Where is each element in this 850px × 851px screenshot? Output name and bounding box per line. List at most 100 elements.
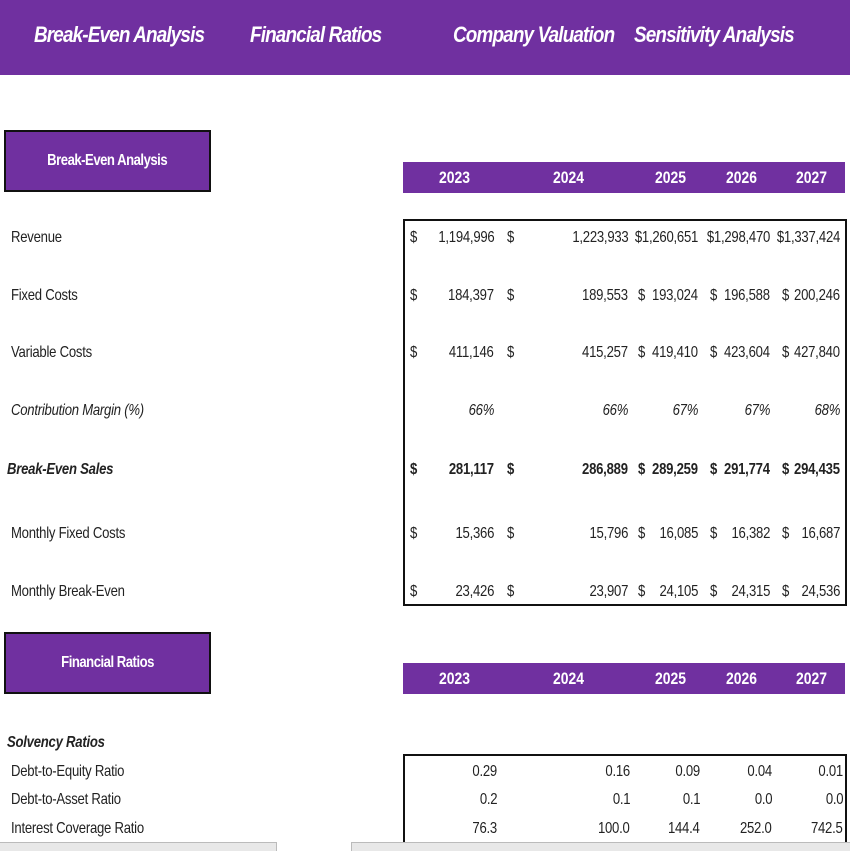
currency-symbol: $ — [782, 287, 790, 304]
financial-ratios-section-title: Financial Ratios — [4, 632, 211, 694]
table-cell[interactable]: 0.16 — [605, 763, 630, 781]
table-cell[interactable]: 24,105 — [659, 583, 698, 601]
table-cell[interactable]: 66% — [602, 402, 628, 420]
table-cell[interactable]: 291,774 — [724, 461, 770, 479]
table-cell[interactable]: 289,259 — [652, 461, 698, 479]
year-header-cell: 2023 — [439, 669, 471, 688]
table-cell[interactable]: 196,588 — [724, 287, 770, 305]
currency-symbol: $ — [782, 461, 790, 478]
table-cell[interactable]: 184,397 — [448, 287, 494, 305]
table-cell[interactable]: 0.29 — [472, 763, 497, 781]
table-cell[interactable]: 16,382 — [731, 525, 770, 543]
table-cell[interactable]: 427,840 — [794, 344, 840, 362]
table-cell[interactable]: 67% — [744, 402, 770, 420]
nav-sensitivity-analysis[interactable]: Sensitivity Analysis — [634, 22, 795, 48]
table-cell[interactable]: 193,024 — [652, 287, 698, 305]
financial-ratios-section-title-text: Financial Ratios — [61, 654, 154, 671]
currency-symbol: $ — [507, 229, 515, 246]
currency-symbol: $ — [507, 525, 515, 542]
row-label: Contribution Margin (%) — [11, 402, 144, 419]
year-header-cell: 2027 — [796, 669, 828, 688]
table-cell[interactable]: 16,687 — [801, 525, 840, 543]
table-cell[interactable]: $1,260,651 — [635, 229, 698, 247]
table-cell[interactable]: $1,298,470 — [707, 229, 770, 247]
break-even-year-header: 2023 2024 2025 2026 2027 — [403, 162, 845, 193]
table-cell[interactable]: 0.2 — [479, 791, 497, 809]
top-nav-bar: Break-Even Analysis Financial Ratios Com… — [0, 0, 850, 75]
currency-symbol: $ — [638, 287, 646, 304]
table-cell[interactable]: 67% — [672, 402, 698, 420]
table-cell[interactable]: 411,146 — [449, 344, 494, 362]
currency-symbol: $ — [410, 461, 418, 478]
currency-symbol: $ — [782, 525, 790, 542]
currency-symbol: $ — [507, 583, 515, 600]
table-cell[interactable]: 1,223,933 — [572, 229, 628, 247]
table-cell[interactable]: 189,553 — [582, 287, 628, 305]
table-cell[interactable]: 23,907 — [589, 583, 628, 601]
table-cell[interactable]: 144.4 — [668, 820, 700, 838]
currency-symbol: $ — [710, 461, 718, 478]
table-cell[interactable]: 0.09 — [675, 763, 700, 781]
currency-symbol: $ — [638, 525, 646, 542]
currency-symbol: $ — [638, 461, 646, 478]
table-cell[interactable]: 0.1 — [682, 791, 700, 809]
table-cell[interactable]: 16,085 — [659, 525, 698, 543]
table-cell[interactable]: 0.04 — [747, 763, 772, 781]
table-cell[interactable]: 286,889 — [582, 461, 628, 479]
table-cell[interactable]: 68% — [814, 402, 840, 420]
nav-financial-ratios[interactable]: Financial Ratios — [250, 22, 382, 48]
row-label: Revenue — [11, 229, 62, 246]
year-header-cell: 2025 — [655, 168, 687, 187]
currency-symbol: $ — [410, 525, 418, 542]
table-cell[interactable]: 23,426 — [455, 583, 494, 601]
row-label: Debt-to-Asset Ratio — [11, 791, 121, 808]
table-cell[interactable]: 415,257 — [582, 344, 628, 362]
table-cell[interactable]: 15,796 — [589, 525, 628, 543]
table-cell[interactable]: $1,337,424 — [777, 229, 840, 247]
table-cell[interactable]: 281,117 — [449, 461, 494, 479]
currency-symbol: $ — [710, 583, 718, 600]
currency-symbol: $ — [507, 344, 515, 361]
financial-ratios-year-header: 2023 2024 2025 2026 2027 — [403, 663, 845, 694]
table-cell[interactable]: 252.0 — [740, 820, 772, 838]
year-header-cell: 2024 — [553, 168, 585, 187]
table-cell[interactable]: 76.3 — [472, 820, 497, 838]
currency-symbol: $ — [507, 461, 515, 478]
currency-symbol: $ — [410, 287, 418, 304]
currency-symbol: $ — [410, 344, 418, 361]
table-cell[interactable]: 24,536 — [801, 583, 840, 601]
nav-break-even-analysis[interactable]: Break-Even Analysis — [34, 22, 205, 48]
table-cell[interactable]: 15,366 — [455, 525, 494, 543]
row-label: Debt-to-Equity Ratio — [11, 763, 125, 780]
break-even-section-title: Break-Even Analysis — [4, 130, 211, 192]
solvency-ratios-heading: Solvency Ratios — [7, 734, 105, 751]
currency-symbol: $ — [782, 583, 790, 600]
year-header-cell: 2027 — [796, 168, 828, 187]
row-label: Monthly Break-Even — [11, 583, 125, 600]
table-cell[interactable]: 0.01 — [818, 763, 843, 781]
currency-symbol: $ — [710, 344, 718, 361]
table-cell[interactable]: 1,194,996 — [438, 229, 494, 247]
row-label: Monthly Fixed Costs — [11, 525, 126, 542]
table-cell[interactable]: 200,246 — [794, 287, 840, 305]
currency-symbol: $ — [410, 229, 418, 246]
table-cell[interactable]: 423,604 — [724, 344, 770, 362]
table-cell[interactable]: 0.0 — [825, 791, 843, 809]
table-cell[interactable]: 24,315 — [731, 583, 770, 601]
row-label: Break-Even Sales — [7, 461, 114, 478]
table-cell[interactable]: 419,410 — [652, 344, 698, 362]
currency-symbol: $ — [710, 287, 718, 304]
year-header-cell: 2026 — [726, 168, 758, 187]
table-cell[interactable]: 294,435 — [794, 461, 840, 479]
table-cell[interactable]: 66% — [468, 402, 494, 420]
table-cell[interactable]: 0.1 — [612, 791, 630, 809]
year-header-cell: 2026 — [726, 669, 758, 688]
currency-symbol: $ — [710, 525, 718, 542]
year-header-cell: 2025 — [655, 669, 687, 688]
currency-symbol: $ — [507, 287, 515, 304]
nav-company-valuation[interactable]: Company Valuation — [453, 22, 615, 48]
table-cell[interactable]: 100.0 — [598, 820, 630, 838]
table-cell[interactable]: 0.0 — [754, 791, 772, 809]
table-cell[interactable]: 742.5 — [811, 820, 843, 838]
break-even-section-title-text: Break-Even Analysis — [47, 152, 168, 169]
